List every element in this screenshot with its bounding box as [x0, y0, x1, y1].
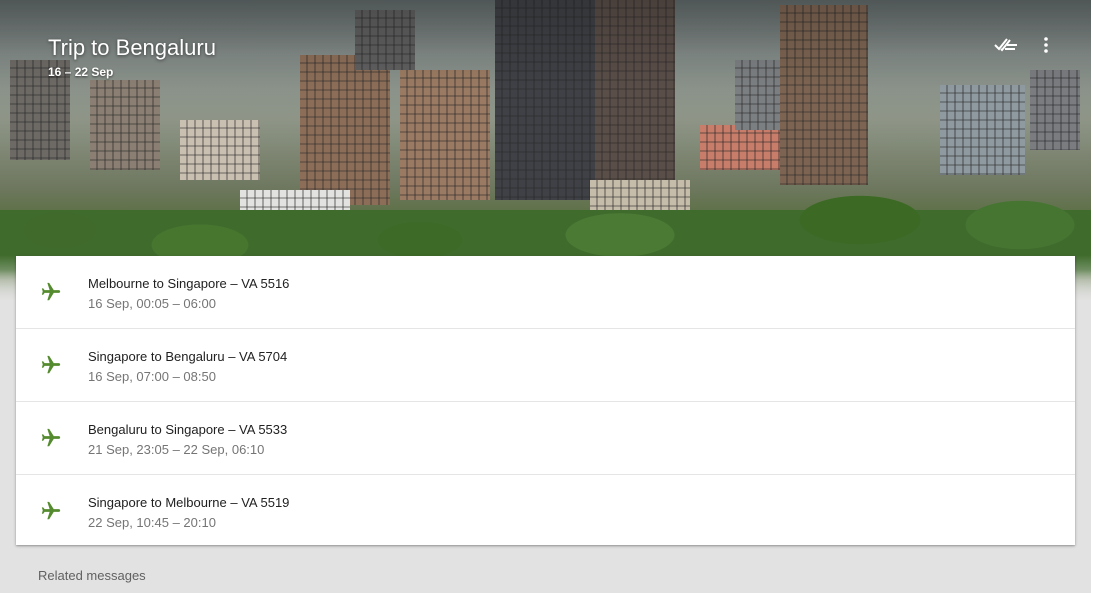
flight-row[interactable]: Bengaluru to Singapore – VA 5533 21 Sep,… — [16, 402, 1075, 475]
flight-row[interactable]: Singapore to Bengaluru – VA 5704 16 Sep,… — [16, 329, 1075, 402]
airplane-icon — [41, 501, 61, 520]
more-options-button[interactable] — [1036, 34, 1056, 56]
more-vert-icon — [1044, 37, 1048, 53]
trip-view: Trip to Bengaluru 16 – 22 Sep Melbourne … — [0, 0, 1091, 593]
flight-title: Singapore to Bengaluru – VA 5704 — [88, 349, 288, 364]
flight-title: Bengaluru to Singapore – VA 5533 — [88, 422, 288, 437]
flight-time: 22 Sep, 10:45 – 20:10 — [88, 515, 216, 530]
done-all-icon — [994, 38, 1017, 52]
flight-time: 21 Sep, 23:05 – 22 Sep, 06:10 — [88, 442, 265, 457]
flight-row[interactable]: Melbourne to Singapore – VA 5516 16 Sep,… — [16, 256, 1075, 329]
flight-title: Singapore to Melbourne – VA 5519 — [88, 495, 290, 510]
flight-time: 16 Sep, 00:05 – 06:00 — [88, 296, 216, 311]
flight-title: Melbourne to Singapore – VA 5516 — [88, 276, 290, 291]
airplane-icon — [41, 282, 61, 301]
related-messages-label: Related messages — [38, 568, 146, 583]
airplane-icon — [41, 428, 61, 447]
mark-done-button[interactable] — [994, 34, 1018, 56]
flight-time: 16 Sep, 07:00 – 08:50 — [88, 369, 216, 384]
flight-row[interactable]: Singapore to Melbourne – VA 5519 22 Sep,… — [16, 475, 1075, 547]
airplane-icon — [41, 355, 61, 374]
trip-title: Trip to Bengaluru — [48, 35, 216, 60]
trip-dates: 16 – 22 Sep — [48, 65, 114, 79]
flights-card: Melbourne to Singapore – VA 5516 16 Sep,… — [16, 256, 1075, 545]
